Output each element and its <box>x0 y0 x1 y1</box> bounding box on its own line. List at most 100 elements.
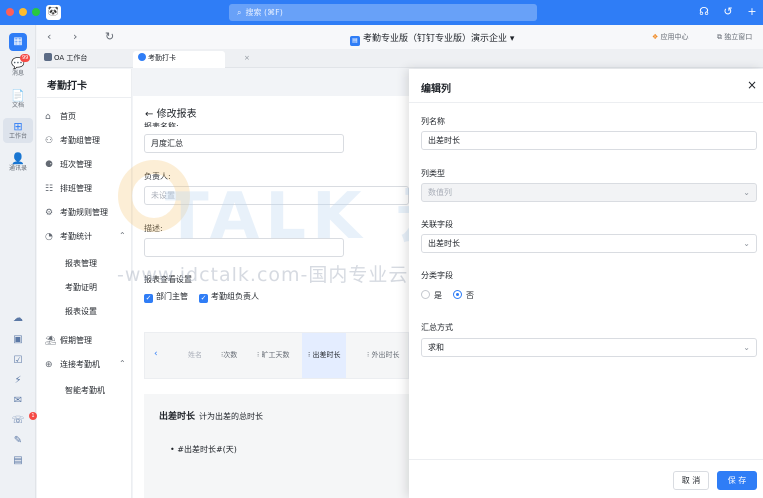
radio-no-label: 否 <box>466 291 474 300</box>
sidebar-item-stats[interactable]: ◔ 考勤统计 ⌃ <box>45 231 126 242</box>
nav-docs[interactable]: 📄 文档 <box>3 89 33 110</box>
column-type-label: 列类型 <box>421 169 445 178</box>
search-placeholder: 搜索 (⌘F) <box>245 8 283 17</box>
column-item-selected[interactable]: ⁝ 出差时长 <box>302 333 347 378</box>
check-icon: ✓ <box>144 294 153 303</box>
sidebar-subitem-proof[interactable]: 考勤证明 <box>65 282 97 293</box>
back-title[interactable]: ← 修改报表 <box>145 105 197 120</box>
sidebar-item-machine[interactable]: ⊕ 连接考勤机 ⌃ <box>45 359 126 370</box>
summary-method-select[interactable]: 求和 ⌄ <box>421 338 757 357</box>
folder-icon[interactable]: ▤ <box>10 455 26 466</box>
machine-icon: ⊕ <box>45 360 53 370</box>
cloud-icon[interactable]: ☁ <box>10 313 26 324</box>
column-item[interactable]: 姓名 <box>188 350 202 360</box>
shift-icon: ⚈ <box>45 160 54 170</box>
forward-nav-icon[interactable]: › <box>73 30 77 43</box>
chevron-up-icon[interactable]: ⌃ <box>119 359 126 368</box>
category-no-radio[interactable]: 否 <box>453 290 474 301</box>
category-yes-radio[interactable]: 是 <box>421 290 442 301</box>
sidebar-item-shifts[interactable]: ⚈ 班次管理 <box>45 159 92 170</box>
tab-attendance-label: 考勤打卡 <box>148 54 176 62</box>
standalone-window-link[interactable]: ⧉ 独立窗口 <box>717 32 752 42</box>
column-type-select: 数值列 ⌄ <box>421 183 757 202</box>
nav-docs-label: 文档 <box>11 102 24 109</box>
column-item[interactable]: ⁝ 旷工天数 <box>257 350 289 360</box>
report-name-input[interactable]: 月度汇总 <box>144 134 344 153</box>
app-center-link[interactable]: ❖ 应用中心 <box>652 32 689 42</box>
unread-badge: 99 <box>20 54 31 62</box>
search-icon: ⌕ <box>237 8 242 17</box>
minimize-window-button[interactable] <box>19 8 27 16</box>
sidebar-subitem-report-settings[interactable]: 报表设置 <box>65 306 97 317</box>
sidebar-item-holiday[interactable]: ⛱ 假期管理 <box>45 335 92 346</box>
nav-messages[interactable]: 💬 99 消息 <box>3 54 33 78</box>
sidebar-item-label: 排班管理 <box>60 184 92 193</box>
user-avatar[interactable]: 🐼 <box>46 5 61 20</box>
group-owner-checkbox[interactable]: ✓ 考勤组负责人 <box>199 291 259 303</box>
chevron-up-icon[interactable]: ⌃ <box>119 231 126 240</box>
phone-icon[interactable]: ☏ 1 <box>10 412 37 426</box>
arrow-left-icon: ← <box>145 109 154 120</box>
headset-icon[interactable]: ☊ <box>697 5 711 18</box>
group-icon: ⚇ <box>45 136 54 146</box>
tab-oa-workbench[interactable]: OA 工作台 <box>39 51 92 68</box>
nav-workbench[interactable]: ⊞ 工作台 <box>3 118 33 143</box>
dept-manager-checkbox[interactable]: ✓ 部门主管 <box>144 291 188 303</box>
calendar-icon[interactable]: ▣ <box>10 334 26 345</box>
holiday-icon: ⛱ <box>45 336 57 346</box>
related-field-select[interactable]: 出差时长 ⌄ <box>421 234 757 253</box>
notes-icon[interactable]: ✎ <box>10 435 26 446</box>
tab-bar: OA 工作台 考勤打卡 × <box>37 49 763 68</box>
attendance-icon <box>138 53 146 61</box>
group-owner-label: 考勤组负责人 <box>211 292 259 301</box>
task-icon[interactable]: ☑ <box>10 355 26 366</box>
mail-icon[interactable]: ✉ <box>10 395 26 406</box>
workbench-icon: ⊞ <box>13 120 23 133</box>
flash-icon[interactable]: ⚡ <box>10 375 26 386</box>
close-window-button[interactable] <box>6 8 14 16</box>
window-icon: ⧉ <box>717 33 722 41</box>
close-icon[interactable]: × <box>747 78 757 92</box>
sidebar-item-schedule[interactable]: ☷ 排班管理 <box>45 183 92 194</box>
left-navigation: ▦ 💬 99 消息 📄 文档 ⊞ 工作台 👤 通讯录 ☁ ▣ ☑ ⚡ ✉ ☏ 1 … <box>0 25 37 498</box>
nav-workbench-label: 工作台 <box>8 133 27 140</box>
divider <box>37 97 132 98</box>
chevron-left-icon[interactable]: ‹ <box>154 349 158 359</box>
column-item[interactable]: ⁝ 外出时长 <box>367 350 399 360</box>
chevron-down-icon: ⌄ <box>743 343 750 352</box>
plus-icon[interactable]: + <box>745 5 759 18</box>
nav-messages-label: 消息 <box>11 70 24 77</box>
sidebar-item-label: 考勤规则管理 <box>60 208 108 217</box>
chevron-down-icon: ⌄ <box>743 239 750 248</box>
category-field-label: 分类字段 <box>421 271 453 280</box>
app-title[interactable]: ▤ 考勤专业版（钉钉专业版）演示企业 ▾ <box>350 31 514 46</box>
maximize-window-button[interactable] <box>32 8 40 16</box>
column-description: 出差时长 计为出差的总时长 • #出差时长#(天) <box>144 394 409 498</box>
global-search-input[interactable]: ⌕ 搜索 (⌘F) <box>229 4 537 21</box>
app-grid-icon[interactable]: ▦ <box>9 33 27 51</box>
column-strip: ‹ 姓名 ⁝次数 ⁝ 旷工天数 ⁝ 出差时长 ⁝ 外出时长 <box>144 332 409 379</box>
sidebar-title: 考勤打卡 <box>47 81 87 92</box>
back-nav-icon[interactable]: ‹ <box>47 30 51 43</box>
rules-icon: ⚙ <box>45 208 54 218</box>
column-item[interactable]: ⁝次数 <box>221 350 237 360</box>
sidebar-subitem-smart-machine[interactable]: 智能考勤机 <box>65 385 105 396</box>
cancel-button[interactable]: 取 消 <box>673 471 709 490</box>
refresh-icon[interactable]: ↻ <box>105 30 114 43</box>
column-name-input[interactable]: 出差时长 <box>421 131 757 150</box>
sidebar-item-home[interactable]: ⌂ 首页 <box>45 111 76 122</box>
sidebar-subitem-report-manage[interactable]: 报表管理 <box>65 258 97 269</box>
sidebar-item-groups[interactable]: ⚇ 考勤组管理 <box>45 135 100 146</box>
radio-yes-label: 是 <box>434 291 442 300</box>
close-icon[interactable]: × <box>244 51 250 66</box>
sidebar-item-label: 首页 <box>60 112 76 121</box>
tab-attendance[interactable]: 考勤打卡 × <box>133 51 250 68</box>
save-button[interactable]: 保 存 <box>717 471 757 490</box>
check-icon: ✓ <box>199 294 208 303</box>
nav-contacts[interactable]: 👤 通讯录 <box>3 152 33 173</box>
app-center-icon: ❖ <box>652 33 659 41</box>
sidebar-item-rules[interactable]: ⚙ 考勤规则管理 <box>45 207 108 218</box>
contacts-icon: 👤 <box>11 152 25 165</box>
history-icon[interactable]: ↺ <box>721 5 735 18</box>
panel-title: 编辑列 <box>421 84 451 95</box>
